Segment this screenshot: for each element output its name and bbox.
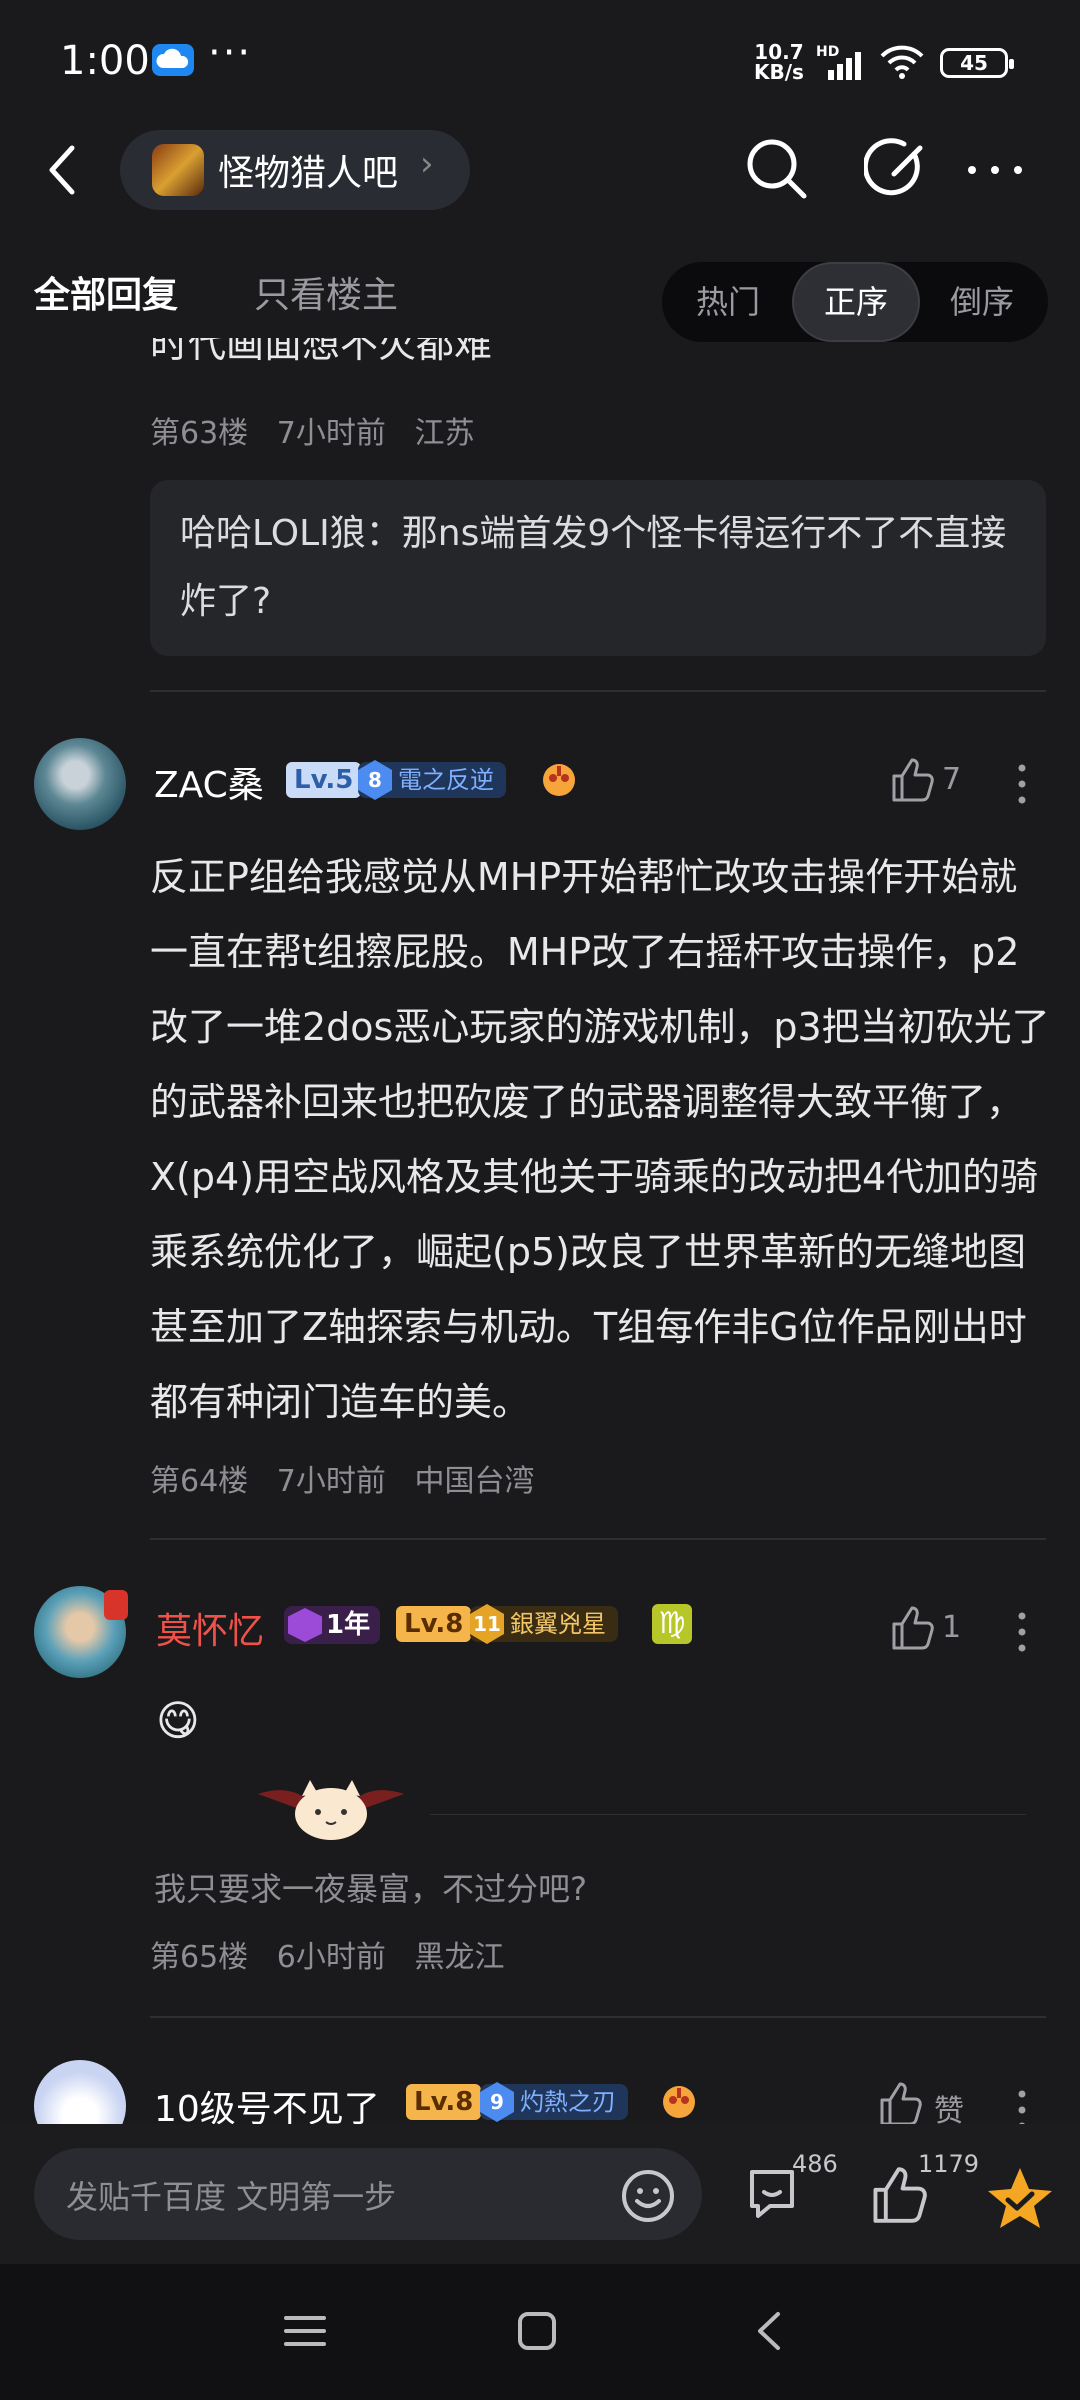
comment-placeholder: 发贴千百度 文明第一步 <box>66 2178 397 2216</box>
comment-input[interactable]: 发贴千百度 文明第一步 <box>34 2148 702 2240</box>
nav-back-button[interactable] <box>746 2306 796 2356</box>
status-dots: ··· <box>208 30 253 76</box>
fan-medal[interactable]: 11 銀翼兇星 <box>470 1604 618 1644</box>
sort-descending[interactable]: 倒序 <box>920 262 1044 342</box>
comments-button[interactable]: 486 <box>746 2150 838 2224</box>
avatar[interactable] <box>34 738 126 830</box>
system-nav-bar <box>0 2264 1080 2400</box>
post-time: 7小时前 <box>276 1464 386 1499</box>
level-badge: Lv.8 <box>396 1606 472 1642</box>
more-icon <box>968 166 1022 174</box>
zodiac-icon: ♍ <box>652 1604 692 1644</box>
forum-name: 怪物猎人吧 <box>218 153 399 194</box>
post-body: 反正P组给我感觉从MHP开始帮忙改攻击操作开始就一直在帮t组擦屁股。MHP改了右… <box>150 855 1050 1424</box>
post-time: 7小时前 <box>276 416 386 451</box>
wifi-icon <box>878 44 926 80</box>
emoji: 😋 <box>156 1696 200 1745</box>
bottom-bar: 发贴千百度 文明第一步 486 1179 <box>0 2124 1080 2264</box>
post-menu-button[interactable] <box>1012 760 1032 808</box>
back-button[interactable] <box>40 140 90 200</box>
medal-level: 9 <box>480 2082 514 2122</box>
sort-toggle: 热门 正序 倒序 <box>662 262 1048 342</box>
cloud-icon <box>152 44 194 76</box>
signature-divider <box>430 1814 1026 1815</box>
like-count: 1179 <box>918 2150 980 2178</box>
sub-reply-box[interactable]: 哈哈LOLI狼：那ns端首发9个怪卡得运行不了不直接炸了? <box>150 480 1046 656</box>
sub-reply-author[interactable]: 哈哈LOLI狼： <box>180 513 402 554</box>
game-controller-icon <box>658 2080 700 2122</box>
star-icon <box>988 2168 1052 2228</box>
post-meta: 第65楼 6小时前 黑龙江 <box>150 1932 505 1976</box>
forum-logo <box>152 144 204 196</box>
floor-number: 第64楼 <box>150 1464 249 1499</box>
home-button[interactable] <box>512 2306 562 2356</box>
medal-name: 電之反逆 <box>398 766 494 794</box>
comment-count: 486 <box>792 2150 838 2178</box>
forum-link[interactable]: 怪物猎人吧 › <box>120 130 470 210</box>
fan-medal[interactable]: 8 電之反逆 <box>358 760 506 800</box>
like-count: 1 <box>942 1610 962 1645</box>
menu-icon <box>284 2316 326 2346</box>
medal-name: 銀翼兇星 <box>510 1610 606 1638</box>
search-icon <box>747 139 807 199</box>
kebab-icon <box>1018 1612 1026 1652</box>
medal-level: 8 <box>358 760 392 800</box>
post-meta: 第63楼 7小时前 江苏 <box>150 408 475 452</box>
more-button[interactable] <box>960 150 1030 190</box>
status-time: 1:00 <box>60 38 150 84</box>
post-location: 黑龙江 <box>414 1940 505 1975</box>
home-square-icon <box>518 2312 556 2350</box>
fan-medal[interactable]: 9 灼熱之刃 <box>480 2082 628 2122</box>
sub-reply: 哈哈LOLI狼：那ns端首发9个怪卡得运行不了不直接炸了? <box>180 500 1020 636</box>
medal-level: 11 <box>470 1604 504 1644</box>
like-button[interactable]: 1 <box>890 1604 1000 1660</box>
edit-button[interactable] <box>862 134 934 204</box>
lantern-decoration-icon <box>104 1590 128 1620</box>
chevron-right-icon: › <box>420 144 434 184</box>
divider <box>150 2016 1046 2018</box>
username[interactable]: ZAC桑 <box>154 756 264 808</box>
level-badge: Lv.8 <box>406 2084 482 2120</box>
network-speed: 10.7 KB/s <box>754 40 804 84</box>
post-location: 中国台湾 <box>414 1464 535 1499</box>
smiley-icon <box>622 2170 674 2222</box>
thumbs-up-icon <box>892 758 934 802</box>
edit-icon <box>862 138 923 196</box>
like-count: 7 <box>942 762 962 797</box>
thread-like-button[interactable]: 1179 <box>870 2150 979 2224</box>
search-button[interactable] <box>742 134 812 204</box>
floor-number: 第63楼 <box>150 416 249 451</box>
post-text-clipped: 时代画面想不火都难 <box>150 338 493 366</box>
emoji-button[interactable] <box>620 2168 674 2222</box>
post-meta: 第64楼 7小时前 中国台湾 <box>150 1456 535 1500</box>
sort-ascending[interactable]: 正序 <box>792 262 920 342</box>
kebab-icon <box>1018 764 1026 804</box>
level-badge: Lv.5 <box>286 762 362 798</box>
diamond-icon <box>288 1608 322 1642</box>
signature-text: 我只要求一夜暴富，不过分吧? <box>154 1870 587 1908</box>
battery-icon: 45 <box>940 48 1014 78</box>
tab-all-replies[interactable]: 全部回复 <box>34 266 178 318</box>
chevron-left-icon <box>49 145 75 195</box>
username[interactable]: 莫怀忆 <box>156 1602 264 1654</box>
divider <box>150 690 1046 692</box>
post-time: 6小时前 <box>276 1940 386 1975</box>
like-button[interactable]: 7 <box>890 756 1000 812</box>
thumbs-up-icon <box>892 1606 934 1650</box>
sort-hot[interactable]: 热门 <box>666 262 790 342</box>
divider <box>150 1538 1046 1540</box>
chevron-left-icon <box>758 2312 780 2350</box>
signal-icon <box>826 50 866 80</box>
post-menu-button[interactable] <box>1012 1608 1032 1656</box>
thumbs-up-icon <box>880 2082 922 2126</box>
medal-name: 灼熱之刃 <box>520 2088 616 2116</box>
membership-badge: 1年 <box>284 1606 381 1644</box>
floor-number: 第65楼 <box>150 1940 249 1975</box>
signature-pet-icon <box>248 1776 414 1842</box>
tab-owner-only[interactable]: 只看楼主 <box>254 266 398 318</box>
menu-button[interactable] <box>280 2306 330 2356</box>
favorite-button[interactable] <box>984 2164 1056 2232</box>
post-location: 江苏 <box>414 416 475 451</box>
game-controller-icon <box>538 758 580 800</box>
